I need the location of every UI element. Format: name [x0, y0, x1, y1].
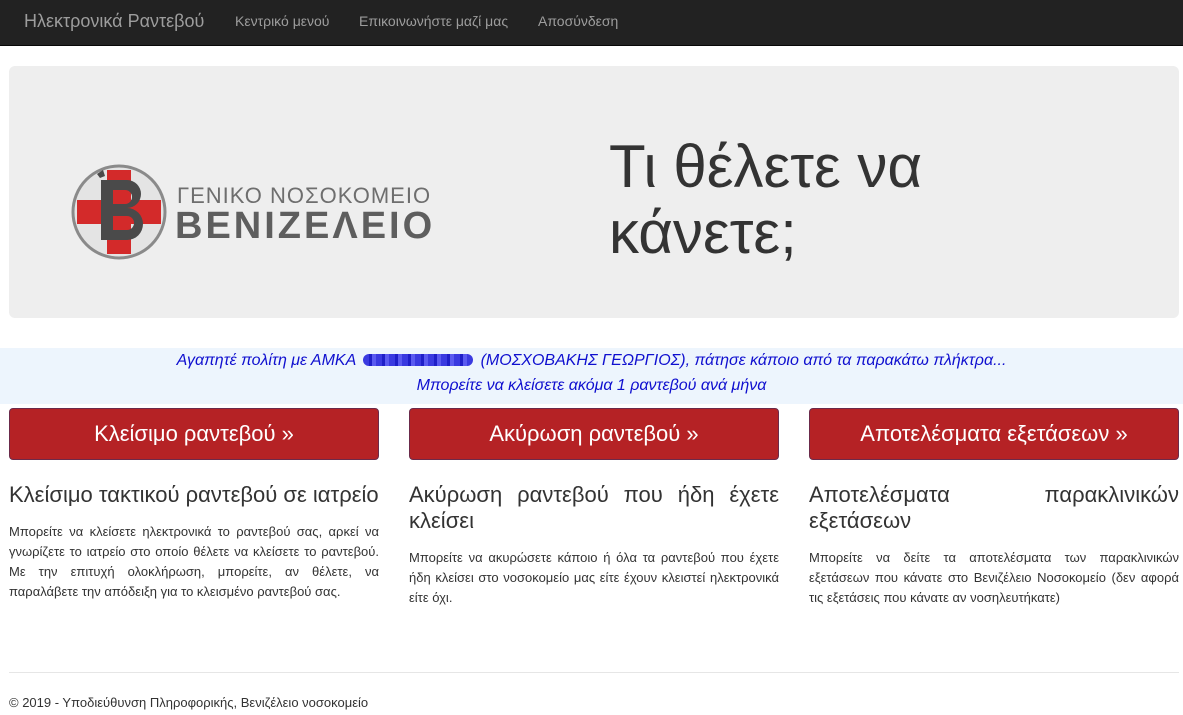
footer-divider: [9, 672, 1179, 673]
book-appointment-column: Κλείσιμο ραντεβού » Κλείσιμο τακτικού ρα…: [9, 408, 379, 602]
greeting-prefix: Αγαπητέ πολίτη με ΑΜΚΑ: [176, 352, 356, 369]
book-appointment-button[interactable]: Κλείσιμο ραντεβού »: [9, 408, 379, 460]
info-banner: Αγαπητέ πολίτη με ΑΜΚΑ (ΜΟΣΧΟΒΑΚΗΣ ΓΕΩΡΓ…: [0, 348, 1183, 404]
cancel-appointment-description: Μπορείτε να ακυρώσετε κάποιο ή όλα τα ρα…: [409, 550, 779, 605]
book-appointment-title: Κλείσιμο τακτικού ραντεβού σε ιατρείο: [9, 482, 379, 507]
page-headline: Τι θέλετε να κάνετε;: [609, 133, 923, 266]
nav-logout[interactable]: Αποσύνδεση: [538, 13, 618, 29]
test-results-button[interactable]: Αποτελέσματα εξετάσεων »: [809, 408, 1179, 460]
nav-contact[interactable]: Επικοινωνήστε μαζί μας: [359, 13, 508, 29]
redacted-amka: [363, 354, 474, 366]
logo-text-name: ΒΕΝΙΖΕΛΕΙΟ: [175, 205, 436, 247]
greeting-line: Αγαπητέ πολίτη με ΑΜΚΑ (ΜΟΣΧΟΒΑΚΗΣ ΓΕΩΡΓ…: [0, 348, 1183, 373]
book-appointment-description: Μπορείτε να κλείσετε ηλεκτρονικά το ραντ…: [9, 524, 379, 599]
nav-main-menu[interactable]: Κεντρικό μενού: [235, 13, 329, 29]
footer-text: © 2019 - Υποδιεύθυνση Πληροφορικής, Βενι…: [9, 695, 369, 710]
hospital-logo: [71, 164, 167, 260]
cancel-appointment-column: Ακύρωση ραντεβού » Ακύρωση ραντεβού που …: [409, 408, 779, 608]
greeting-suffix: (ΜΟΣΧΟΒΑΚΗΣ ΓΕΩΡΓΙΟΣ), πάτησε κάποιο από…: [480, 352, 1007, 369]
brand-link[interactable]: Ηλεκτρονικά Ραντεβού: [24, 11, 204, 32]
cancel-appointment-title: Ακύρωση ραντεβού που ήδη έχετε κλείσει: [409, 482, 779, 533]
test-results-description: Μπορείτε να δείτε τα αποτελέσματα των πα…: [809, 550, 1179, 605]
test-results-title: Αποτελέσματα παρακλινικών εξετάσεων: [809, 482, 1179, 533]
appointment-limit-text: Μπορείτε να κλείσετε ακόμα 1 ραντεβού αν…: [416, 377, 767, 394]
top-navbar: Ηλεκτρονικά Ραντεβού Κεντρικό μενού Επικ…: [0, 0, 1183, 46]
hero-panel: ΓΕΝΙΚΟ ΝΟΣΟΚΟΜΕΙΟ ΒΕΝΙΖΕΛΕΙΟ Τι θέλετε ν…: [9, 66, 1179, 318]
test-results-column: Αποτελέσματα εξετάσεων » Αποτελέσματα πα…: [809, 408, 1179, 608]
cancel-appointment-button[interactable]: Ακύρωση ραντεβού »: [409, 408, 779, 460]
